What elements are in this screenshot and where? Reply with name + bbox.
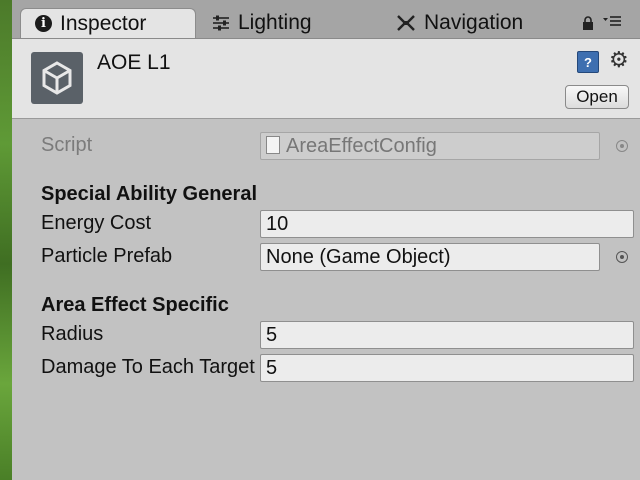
unity-asset-icon — [31, 52, 83, 104]
tab-navigation[interactable]: Navigation — [396, 8, 523, 38]
energy-cost-field[interactable]: 10 — [260, 210, 634, 238]
script-field: AreaEffectConfig — [260, 132, 600, 160]
script-picker-icon — [616, 140, 628, 152]
inspector-header: AOE L1 ? ⚙ Open — [12, 39, 640, 119]
tab-menu-icon[interactable] — [602, 14, 622, 33]
object-picker-icon[interactable] — [616, 251, 628, 263]
section-header: Special Ability General — [41, 183, 258, 205]
script-label: Script — [41, 134, 93, 156]
tab-label: Navigation — [424, 11, 524, 34]
object-name: AOE L1 — [97, 51, 171, 74]
script-value: AreaEffectConfig — [286, 135, 437, 157]
radius-label: Radius — [41, 323, 104, 345]
tab-lighting[interactable]: Lighting — [212, 8, 312, 38]
inspector-panel: i Inspector Lighting Navigation AOE L1 ?… — [12, 0, 640, 480]
tab-inspector[interactable]: i Inspector — [20, 8, 196, 38]
damage-to-each-target-label: Damage To Each Target — [41, 356, 255, 378]
particle-prefab-label: Particle Prefab — [41, 245, 173, 267]
gear-icon[interactable]: ⚙ — [609, 47, 629, 73]
radius-field[interactable]: 5 — [260, 321, 634, 349]
particle-prefab-field[interactable]: None (Game Object) — [260, 243, 600, 271]
energy-cost-label: Energy Cost — [41, 212, 152, 234]
tab-label: Inspector — [60, 11, 147, 35]
damage-to-each-target-field[interactable]: 5 — [260, 354, 634, 382]
scene-view-edge — [0, 0, 12, 480]
section-header: Area Effect Specific — [41, 294, 229, 316]
script-file-icon — [266, 136, 280, 154]
help-book-icon[interactable]: ? — [577, 51, 599, 73]
tab-bar: i Inspector Lighting Navigation — [12, 0, 640, 39]
open-button[interactable]: Open — [565, 85, 629, 109]
lock-icon[interactable] — [582, 16, 594, 34]
info-icon: i — [35, 15, 52, 32]
navigation-icon — [396, 14, 416, 32]
sliders-icon — [212, 15, 230, 31]
tab-label: Lighting — [238, 11, 312, 34]
